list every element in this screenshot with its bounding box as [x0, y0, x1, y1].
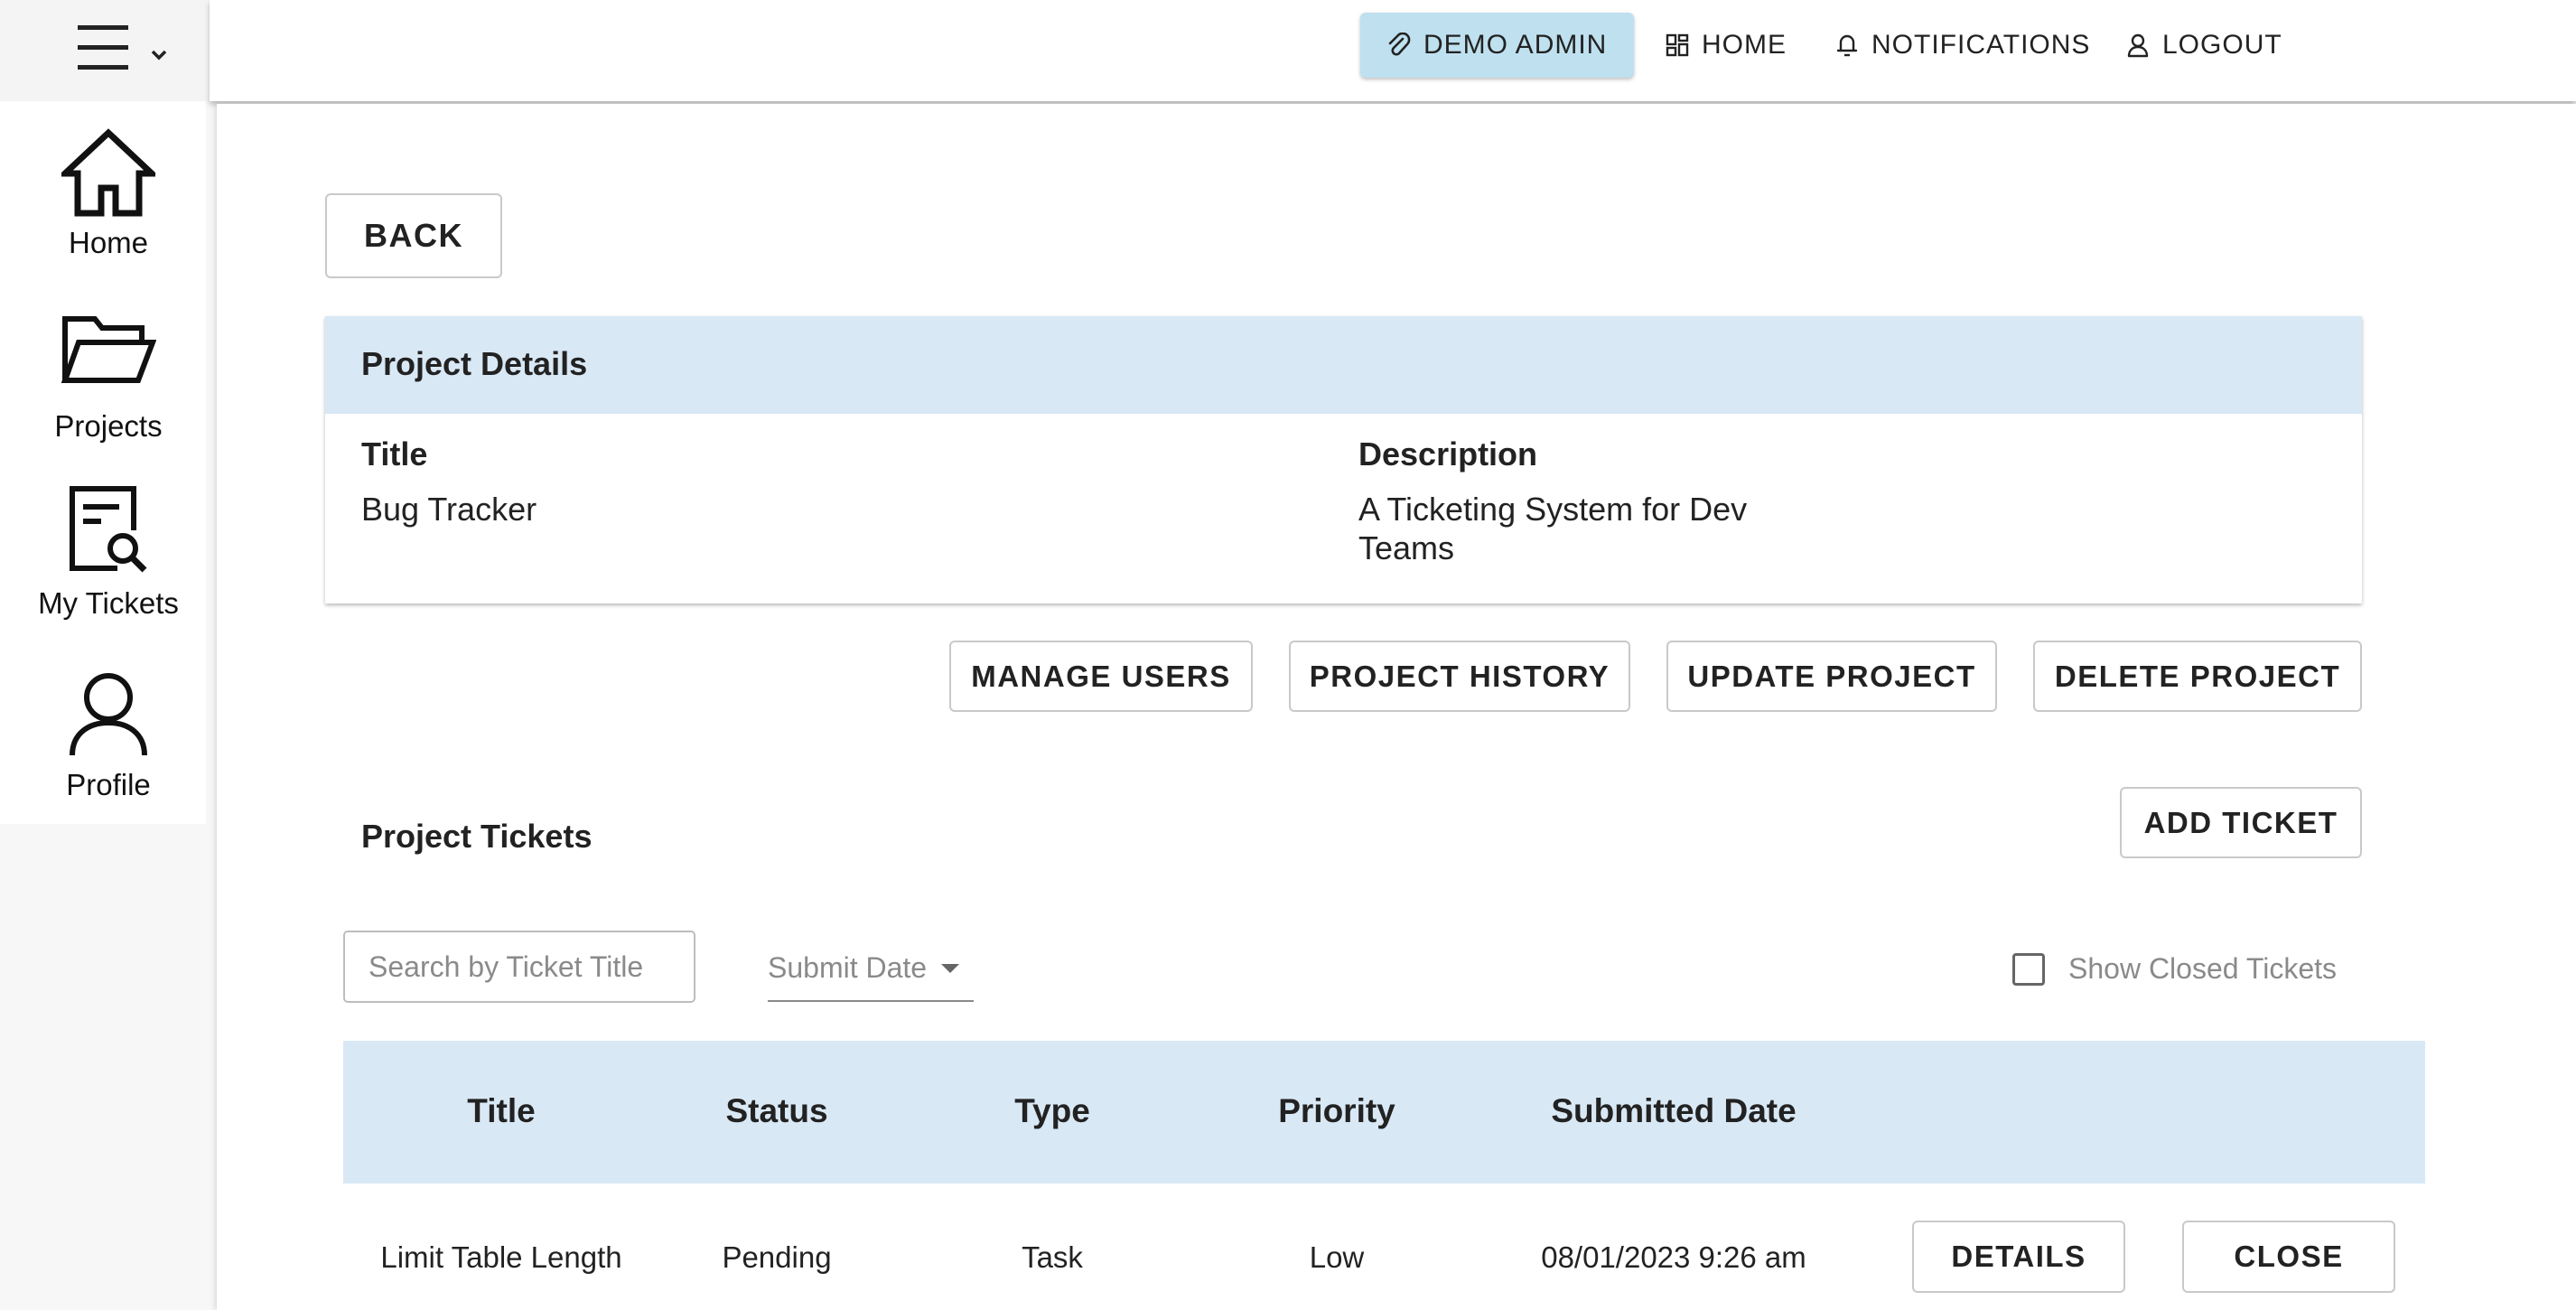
nav-home-label: HOME [1702, 30, 1787, 60]
paperclip-icon [1388, 33, 1411, 56]
sort-select-value: Submit Date [768, 951, 928, 984]
sort-select[interactable]: Submit Date [768, 935, 974, 1002]
sidebar-item-profile[interactable]: Profile [0, 670, 217, 802]
cell-priority: Low [1309, 1240, 1365, 1274]
user-icon [70, 673, 147, 756]
details-button[interactable]: DETAILS [1912, 1221, 2125, 1293]
project-tickets-heading: Project Tickets [361, 818, 593, 855]
column-header-submitted-date[interactable]: Submitted Date [1551, 1092, 1796, 1130]
nav-logout-label: LOGOUT [2162, 30, 2282, 60]
project-details-header: Project Details [325, 316, 2362, 414]
update-project-button[interactable]: UPDATE PROJECT [1666, 641, 1997, 712]
user-menu-button[interactable]: DEMO ADMIN [1360, 13, 1635, 78]
dashboard-icon [1666, 33, 1689, 57]
project-history-button[interactable]: PROJECT HISTORY [1289, 641, 1630, 712]
sidebar-item-projects[interactable]: Projects [0, 313, 217, 444]
dropdown-arrow-icon [941, 964, 959, 973]
bell-icon [1836, 34, 1858, 57]
tickets-table-header: Title Status Type Priority Submitted Dat… [343, 1041, 2425, 1184]
title-value: Bug Tracker [361, 491, 537, 528]
manage-users-button[interactable]: MANAGE USERS [949, 641, 1253, 712]
cell-submitted-date: 08/01/2023 9:26 am [1541, 1240, 1806, 1274]
ticket-search-icon [70, 486, 147, 573]
sidebar-item-label: Projects [54, 409, 163, 443]
user-name-label: DEMO ADMIN [1423, 30, 1608, 60]
cell-type: Task [1022, 1240, 1083, 1274]
project-details-card: Project Details Title Bug Tracker Descri… [325, 316, 2362, 604]
show-closed-label: Show Closed Tickets [2068, 952, 2338, 985]
close-ticket-button[interactable]: CLOSE [2182, 1221, 2395, 1293]
user-outline-icon [2127, 33, 2149, 58]
add-ticket-button[interactable]: ADD TICKET [2120, 787, 2362, 858]
description-line-2: Teams [1358, 529, 1455, 566]
description-line-1: A Ticketing System for Dev [1358, 491, 1748, 528]
nav-notifications-label: NOTIFICATIONS [1871, 30, 2091, 60]
sidebar: Home Projects My Tickets Profile [0, 101, 206, 824]
sidebar-item-my-tickets[interactable]: My Tickets [0, 485, 217, 621]
title-label: Title [361, 435, 428, 473]
chevron-down-icon[interactable] [150, 49, 168, 61]
sidebar-item-label: Profile [66, 768, 151, 801]
sidebar-item-label: My Tickets [38, 586, 179, 620]
top-navbar: DEMO ADMIN HOME NOTIFICATIONS LOGOUT [210, 0, 2576, 101]
delete-project-button[interactable]: DELETE PROJECT [2033, 641, 2362, 712]
cell-status: Pending [722, 1240, 832, 1274]
nav-home-button[interactable]: HOME [1666, 13, 1787, 78]
column-header-title[interactable]: Title [467, 1092, 535, 1130]
description-label: Description [1358, 435, 1538, 473]
nav-notifications-button[interactable]: NOTIFICATIONS [1835, 13, 2090, 78]
home-icon [61, 128, 155, 217]
sidebar-toggle[interactable] [0, 0, 206, 101]
nav-logout-button[interactable]: LOGOUT [2126, 13, 2282, 78]
sidebar-item-home[interactable]: Home [0, 128, 217, 260]
ticket-search-input[interactable] [343, 931, 695, 1003]
column-header-priority[interactable]: Priority [1278, 1092, 1395, 1130]
folder-open-icon [61, 316, 156, 383]
column-header-status[interactable]: Status [725, 1092, 827, 1130]
project-details-heading: Project Details [361, 345, 588, 382]
column-header-type[interactable]: Type [1014, 1092, 1090, 1130]
back-button[interactable]: BACK [325, 193, 502, 278]
menu-icon[interactable] [78, 23, 130, 70]
sidebar-item-label: Home [68, 226, 149, 259]
show-closed-checkbox[interactable] [2012, 953, 2045, 986]
cell-title: Limit Table Length [380, 1240, 622, 1274]
